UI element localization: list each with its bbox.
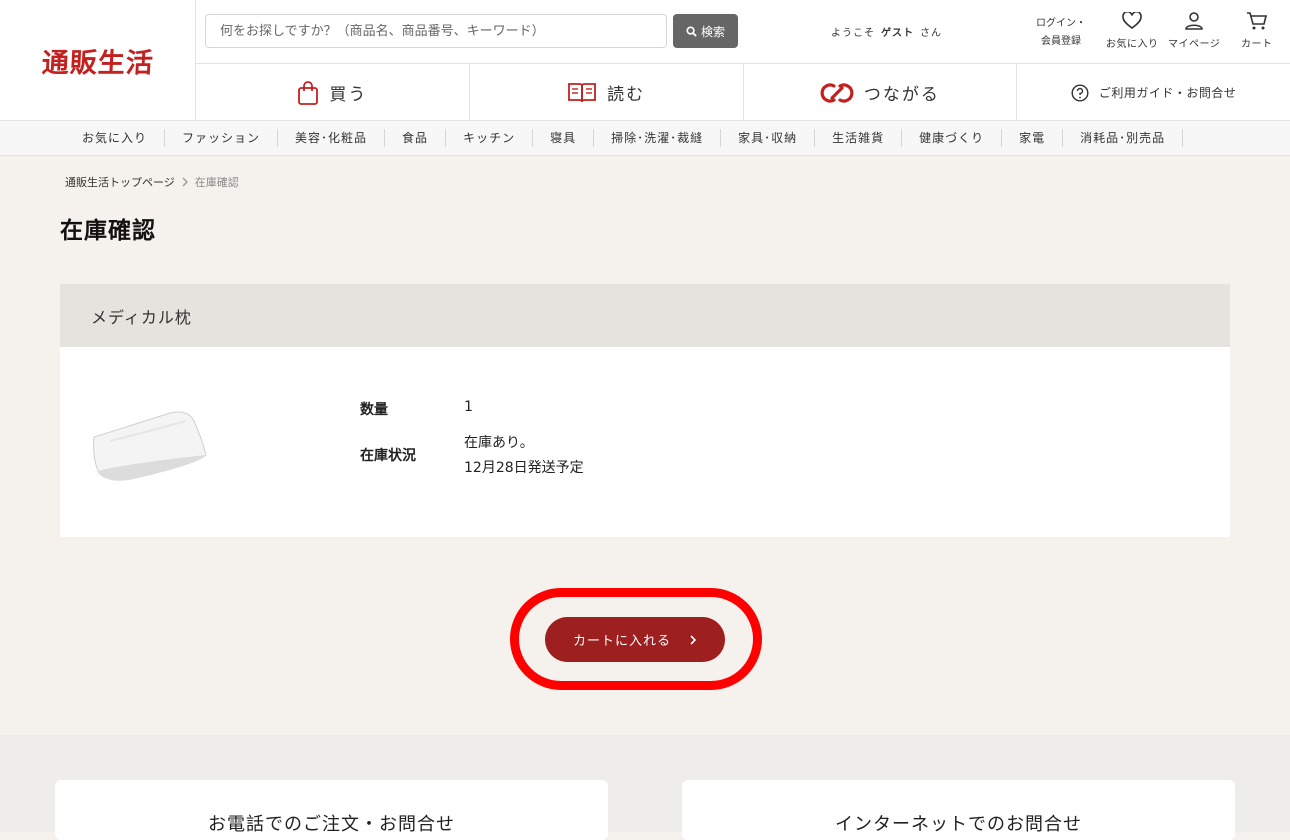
cart-icon bbox=[1246, 12, 1267, 30]
chevron-right-icon bbox=[182, 177, 188, 187]
internet-contact-card[interactable]: インターネットでのお問合せ bbox=[682, 780, 1235, 840]
welcome-user: ゲスト bbox=[881, 28, 914, 39]
category-health[interactable]: 健康づくり bbox=[902, 129, 1003, 147]
shopping-bag-icon bbox=[298, 80, 319, 105]
favorites-link[interactable]: お気に入り bbox=[1106, 12, 1159, 50]
category-household[interactable]: 生活雑貨 bbox=[815, 129, 903, 147]
register-label: 会員登録 bbox=[1041, 36, 1081, 47]
phone-contact-card[interactable]: お電話でのご注文・お問合せ bbox=[55, 780, 608, 840]
breadcrumb: 通販生活トップページ 在庫確認 bbox=[65, 174, 239, 190]
link-icon bbox=[820, 82, 854, 103]
site-logo[interactable]: 通販生活 bbox=[40, 41, 155, 80]
favorites-label: お気に入り bbox=[1106, 39, 1159, 50]
nav-buy-label: 買う bbox=[329, 85, 368, 105]
welcome-prefix: ようこそ bbox=[831, 28, 875, 39]
category-cleaning[interactable]: 掃除･洗濯･裁縫 bbox=[594, 129, 722, 147]
category-bar: お気に入り ファッション 美容･化粧品 食品 キッチン 寝具 掃除･洗濯･裁縫 … bbox=[0, 121, 1290, 156]
cart-link[interactable]: カート bbox=[1241, 12, 1273, 50]
page-title: 在庫確認 bbox=[60, 218, 156, 244]
product-card: 数量 1 在庫状況 在庫あり。 12月28日発送予定 bbox=[60, 347, 1230, 537]
login-label: ログイン・ bbox=[1036, 18, 1086, 29]
add-to-cart-label: カートに入れる bbox=[572, 633, 671, 648]
category-fashion[interactable]: ファッション bbox=[165, 129, 279, 147]
phone-contact-title: お電話でのご注文・お問合せ bbox=[208, 814, 455, 835]
category-beauty[interactable]: 美容･化粧品 bbox=[278, 129, 386, 147]
category-furniture[interactable]: 家具･収納 bbox=[721, 129, 816, 147]
login-link[interactable]: ログイン・ 会員登録 bbox=[1036, 15, 1086, 51]
search-row: 検索 ようこそゲストさん ログイン・ 会員登録 お気に入り マイページ カート bbox=[196, 0, 1290, 64]
quantity-value: 1 bbox=[464, 399, 473, 415]
quantity-label: 数量 bbox=[360, 402, 388, 418]
logo-area[interactable]: 通販生活 bbox=[0, 0, 196, 121]
search-button-label: 検索 bbox=[700, 24, 725, 39]
breadcrumb-home[interactable]: 通販生活トップページ bbox=[65, 174, 175, 190]
stock-label: 在庫状況 bbox=[360, 448, 416, 464]
internet-contact-title: インターネットでのお問合せ bbox=[835, 814, 1082, 835]
cart-label: カート bbox=[1241, 39, 1273, 50]
book-icon bbox=[568, 82, 597, 102]
welcome-suffix: さん bbox=[920, 28, 942, 39]
ship-date: 12月28日発送予定 bbox=[464, 460, 584, 476]
product-name-header: メディカル枕 bbox=[60, 284, 1230, 347]
nav-connect-label: つながる bbox=[863, 85, 940, 105]
category-food[interactable]: 食品 bbox=[385, 129, 447, 147]
nav-guide[interactable]: ご利用ガイド・お問合せ bbox=[1017, 64, 1290, 121]
nav-read[interactable]: 読む bbox=[470, 64, 744, 121]
welcome-text: ようこそ ゲスト さん bbox=[831, 24, 942, 39]
breadcrumb-current: 在庫確認 bbox=[194, 176, 239, 189]
site-header: 通販生活 検索 ようこそゲストさん ログイン・ 会員登録 お気に入り マイページ… bbox=[0, 0, 1290, 121]
stock-status: 在庫あり。 bbox=[464, 435, 534, 451]
category-favorites[interactable]: お気に入り bbox=[65, 129, 166, 147]
nav-read-label: 読む bbox=[607, 85, 646, 105]
category-bedding[interactable]: 寝具 bbox=[533, 129, 595, 147]
main-nav: 買う 読む つながる ご利用ガイド・お問合せ bbox=[196, 64, 1290, 121]
search-input[interactable] bbox=[205, 14, 667, 48]
search-button[interactable]: 検索 bbox=[673, 14, 738, 48]
nav-guide-label: ご利用ガイド・お問合せ bbox=[1098, 86, 1237, 100]
mypage-label: マイページ bbox=[1168, 39, 1221, 50]
nav-connect[interactable]: つながる bbox=[744, 64, 1018, 121]
category-appliances[interactable]: 家電 bbox=[1002, 129, 1064, 147]
chevron-right-icon bbox=[690, 634, 697, 645]
category-kitchen[interactable]: キッチン bbox=[446, 129, 534, 147]
heart-icon bbox=[1122, 12, 1143, 29]
product-name: メディカル枕 bbox=[91, 307, 192, 327]
nav-buy[interactable]: 買う bbox=[196, 64, 470, 121]
search-icon bbox=[686, 25, 697, 37]
user-icon bbox=[1185, 12, 1203, 30]
help-icon bbox=[1071, 83, 1089, 102]
category-consumables[interactable]: 消耗品･別売品 bbox=[1063, 129, 1184, 147]
mypage-link[interactable]: マイページ bbox=[1168, 12, 1220, 50]
product-image bbox=[93, 411, 207, 481]
add-to-cart-button[interactable]: カートに入れる bbox=[545, 617, 725, 662]
